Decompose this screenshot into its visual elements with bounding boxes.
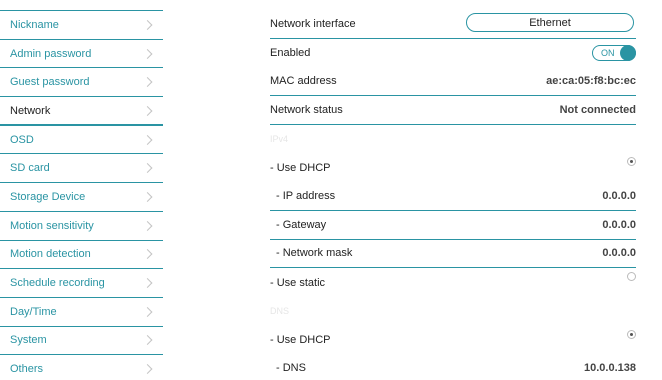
sidebar-item-schedule-recording[interactable]: Schedule recording: [0, 268, 163, 297]
settings-sidebar: Nickname Admin password Guest password N…: [0, 10, 163, 380]
ip-address-row: - IP address 0.0.0.0: [270, 182, 636, 211]
sidebar-item-label: Others: [10, 363, 44, 376]
sidebar-item-label: Network: [10, 104, 51, 117]
ip-dhcp-radio[interactable]: [627, 157, 636, 167]
network-mask-row: - Network mask 0.0.0.0: [270, 240, 636, 269]
ip-static-radio[interactable]: [627, 272, 636, 282]
enabled-label: Enabled: [270, 47, 311, 60]
dns-dhcp-row: - Use DHCP: [270, 326, 636, 355]
gateway-label: - Gateway: [276, 218, 327, 231]
sidebar-item-admin-password[interactable]: Admin password: [0, 38, 163, 68]
sidebar-item-label: Day/Time: [10, 305, 57, 318]
toggle-state-text: ON: [601, 47, 615, 58]
ip-static-label: - Use static: [270, 276, 326, 289]
sidebar-item-label: Nickname: [10, 18, 59, 31]
sidebar-item-label: System: [10, 334, 47, 347]
dns-section-label: DNS: [270, 306, 290, 317]
sidebar-item-nickname[interactable]: Nickname: [0, 10, 163, 39]
sidebar-item-label: SD card: [10, 162, 50, 175]
network-status-row: Network status Not connected: [270, 96, 636, 125]
ipv4-section-row: IPv4: [270, 125, 636, 154]
chevron-right-icon: [142, 335, 153, 346]
sidebar-item-label: Guest password: [10, 76, 90, 89]
sidebar-item-label: Motion detection: [10, 248, 91, 261]
gateway-value: 0.0.0.0: [602, 218, 636, 231]
chevron-right-icon: [142, 364, 153, 375]
sidebar-item-network[interactable]: Network: [0, 96, 163, 126]
chevron-right-icon: [142, 105, 153, 116]
chevron-right-icon: [142, 134, 153, 145]
ip-address-label: - IP address: [276, 189, 336, 202]
network-interface-row: Network interface Ethernet: [270, 10, 636, 39]
sidebar-item-osd[interactable]: OSD: [0, 124, 163, 154]
gateway-row: - Gateway 0.0.0.0: [270, 211, 636, 240]
ipv4-section-label: IPv4: [270, 134, 289, 145]
network-settings-panel: Network interface Ethernet Enabled ON MA…: [270, 10, 636, 380]
mac-address-label: MAC address: [270, 75, 337, 88]
chevron-right-icon: [142, 249, 153, 260]
sidebar-item-label: Schedule recording: [10, 277, 105, 290]
dns-dhcp-label: - Use DHCP: [270, 333, 331, 346]
network-mask-label: - Network mask: [276, 247, 353, 260]
chevron-right-icon: [142, 19, 153, 30]
mac-address-value: ae:ca:05:f8:bc:ec: [546, 75, 636, 88]
chevron-right-icon: [142, 77, 153, 88]
sidebar-item-system[interactable]: System: [0, 325, 163, 355]
dns-row: - DNS 10.0.0.138: [270, 354, 636, 380]
chevron-right-icon: [142, 48, 153, 59]
sidebar-item-others[interactable]: Others: [0, 354, 163, 380]
mac-address-row: MAC address ae:ca:05:f8:bc:ec: [270, 67, 636, 97]
sidebar-item-label: Storage Device: [10, 190, 86, 203]
network-interface-label: Network interface: [270, 17, 356, 30]
ip-static-row: - Use static: [270, 268, 636, 297]
network-interface-select[interactable]: Ethernet: [466, 13, 634, 32]
chevron-right-icon: [142, 220, 153, 231]
network-status-value: Not connected: [559, 103, 636, 116]
dns-section-row: DNS: [270, 297, 636, 326]
chevron-right-icon: [142, 163, 153, 174]
sidebar-item-storage-device[interactable]: Storage Device: [0, 182, 163, 211]
network-mask-value: 0.0.0.0: [602, 247, 636, 260]
ip-address-value: 0.0.0.0: [602, 189, 636, 202]
sidebar-item-motion-detection[interactable]: Motion detection: [0, 239, 163, 269]
ip-dhcp-label: - Use DHCP: [270, 161, 331, 174]
enabled-row: Enabled ON: [270, 39, 636, 68]
sidebar-item-label: Admin password: [10, 47, 92, 60]
dns-dhcp-radio[interactable]: [627, 329, 636, 339]
sidebar-item-motion-sensitivity[interactable]: Motion sensitivity: [0, 210, 163, 240]
chevron-right-icon: [142, 306, 153, 317]
sidebar-item-label: OSD: [10, 133, 34, 146]
enabled-toggle[interactable]: ON: [592, 44, 636, 61]
chevron-right-icon: [142, 192, 153, 202]
sidebar-item-label: Motion sensitivity: [10, 219, 94, 232]
ip-dhcp-row: - Use DHCP: [270, 153, 636, 182]
sidebar-item-guest-password[interactable]: Guest password: [0, 67, 163, 96]
toggle-knob: [620, 44, 636, 61]
dns-label: - DNS: [276, 362, 306, 375]
chevron-right-icon: [142, 278, 153, 288]
dns-value: 10.0.0.138: [584, 362, 636, 375]
sidebar-item-sd-card[interactable]: SD card: [0, 153, 163, 182]
network-status-label: Network status: [270, 103, 343, 116]
sidebar-item-day-time[interactable]: Day/Time: [0, 296, 163, 326]
